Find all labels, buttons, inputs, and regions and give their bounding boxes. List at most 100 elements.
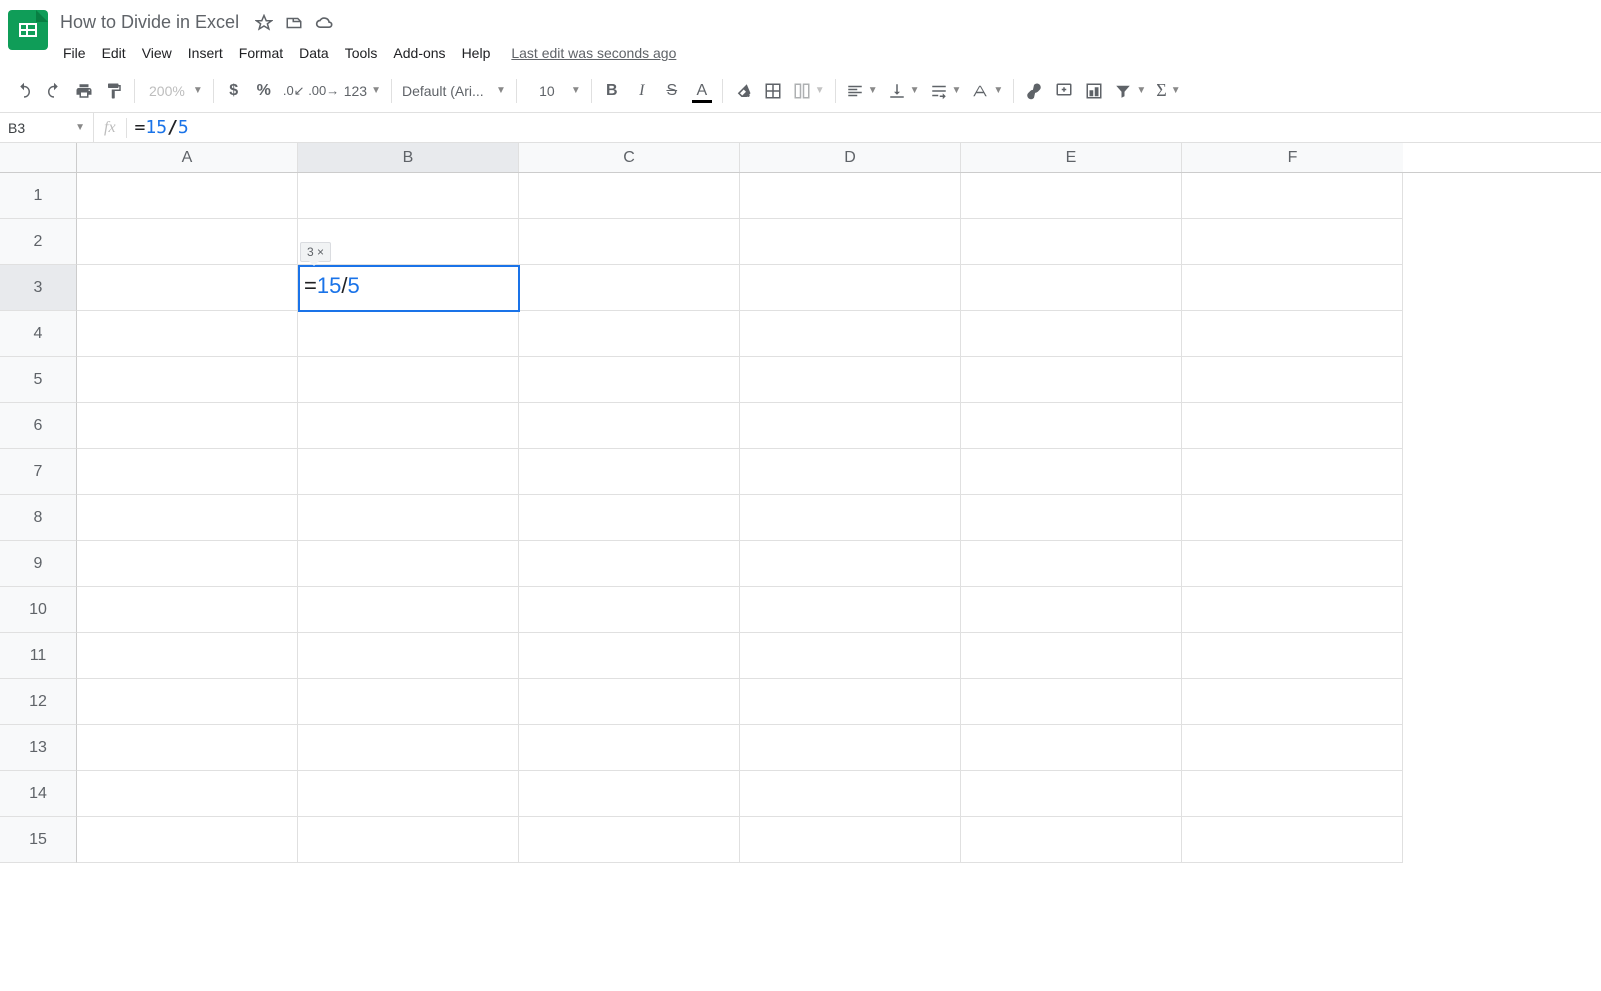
font-dropdown[interactable]: Default (Ari...▼ [398,83,510,99]
formula-input[interactable]: =15/5 [127,117,1601,138]
name-box[interactable]: B3 ▼ [0,113,94,142]
cell-C2[interactable] [519,219,740,265]
cell-D12[interactable] [740,679,961,725]
cell-E1[interactable] [961,173,1182,219]
row-header-4[interactable]: 4 [0,311,77,357]
row-header-6[interactable]: 6 [0,403,77,449]
currency-icon[interactable]: $ [220,77,248,105]
strikethrough-icon[interactable]: S [658,77,686,105]
row-header-10[interactable]: 10 [0,587,77,633]
col-header-a[interactable]: A [77,143,298,172]
row-header-5[interactable]: 5 [0,357,77,403]
row-header-9[interactable]: 9 [0,541,77,587]
cell-B14[interactable] [298,771,519,817]
cell-C11[interactable] [519,633,740,679]
print-icon[interactable] [70,77,98,105]
cell-F4[interactable] [1182,311,1403,357]
menu-addons[interactable]: Add-ons [386,41,452,65]
row-header-8[interactable]: 8 [0,495,77,541]
cell-F1[interactable] [1182,173,1403,219]
cell-A15[interactable] [77,817,298,863]
cell-B12[interactable] [298,679,519,725]
cell-F6[interactable] [1182,403,1403,449]
row-header-3[interactable]: 3 [0,265,77,311]
cell-D10[interactable] [740,587,961,633]
cell-E2[interactable] [961,219,1182,265]
cell-A3[interactable] [77,265,298,311]
cell-C9[interactable] [519,541,740,587]
cell-C14[interactable] [519,771,740,817]
star-icon[interactable] [255,14,273,32]
menu-tools[interactable]: Tools [338,41,385,65]
italic-icon[interactable]: I [628,77,656,105]
increase-decimal-icon[interactable]: .00→ [310,77,338,105]
cell-E8[interactable] [961,495,1182,541]
cell-D15[interactable] [740,817,961,863]
cell-B11[interactable] [298,633,519,679]
cell-D1[interactable] [740,173,961,219]
cell-F15[interactable] [1182,817,1403,863]
cell-A6[interactable] [77,403,298,449]
cell-E6[interactable] [961,403,1182,449]
borders-icon[interactable] [759,77,787,105]
cell-E7[interactable] [961,449,1182,495]
cell-D13[interactable] [740,725,961,771]
cell-C8[interactable] [519,495,740,541]
cell-C13[interactable] [519,725,740,771]
menu-view[interactable]: View [135,41,179,65]
col-header-e[interactable]: E [961,143,1182,172]
cell-E3[interactable] [961,265,1182,311]
cell-C10[interactable] [519,587,740,633]
cell-A13[interactable] [77,725,298,771]
cell-B8[interactable] [298,495,519,541]
cell-D3[interactable] [740,265,961,311]
col-header-c[interactable]: C [519,143,740,172]
cloud-icon[interactable] [315,15,335,31]
cell-A10[interactable] [77,587,298,633]
fill-color-icon[interactable] [729,77,757,105]
horizontal-align-dropdown[interactable]: ▼ [842,82,882,100]
cell-E12[interactable] [961,679,1182,725]
cell-D9[interactable] [740,541,961,587]
cell-E10[interactable] [961,587,1182,633]
doc-title[interactable]: How to Divide in Excel [56,10,243,35]
sheets-logo-icon[interactable] [8,10,48,50]
col-header-b[interactable]: B [298,143,519,172]
cell-F2[interactable] [1182,219,1403,265]
percent-icon[interactable]: % [250,77,278,105]
move-icon[interactable] [285,14,303,32]
cell-A2[interactable] [77,219,298,265]
insert-chart-icon[interactable] [1080,77,1108,105]
redo-icon[interactable] [40,77,68,105]
number-format-dropdown[interactable]: 123▼ [340,83,385,99]
filter-dropdown[interactable]: ▼ [1110,82,1150,100]
decrease-decimal-icon[interactable]: .0↙ [280,77,308,105]
select-all-corner[interactable] [0,143,77,172]
cell-A7[interactable] [77,449,298,495]
merge-cells-dropdown[interactable]: ▼ [789,82,829,100]
row-header-15[interactable]: 15 [0,817,77,863]
cell-B5[interactable] [298,357,519,403]
row-header-11[interactable]: 11 [0,633,77,679]
cell-F5[interactable] [1182,357,1403,403]
cell-F8[interactable] [1182,495,1403,541]
text-wrap-dropdown[interactable]: ▼ [926,82,966,100]
row-header-12[interactable]: 12 [0,679,77,725]
cell-E5[interactable] [961,357,1182,403]
last-edit-link[interactable]: Last edit was seconds ago [511,45,676,61]
cell-E9[interactable] [961,541,1182,587]
bold-icon[interactable]: B [598,77,626,105]
functions-dropdown[interactable]: Σ▼ [1152,80,1184,101]
cell-F3[interactable] [1182,265,1403,311]
active-cell[interactable]: =15/5 [298,265,520,312]
cell-F12[interactable] [1182,679,1403,725]
cell-E4[interactable] [961,311,1182,357]
cell-D4[interactable] [740,311,961,357]
undo-icon[interactable] [10,77,38,105]
cell-B7[interactable] [298,449,519,495]
cell-C15[interactable] [519,817,740,863]
cell-B9[interactable] [298,541,519,587]
cell-B10[interactable] [298,587,519,633]
menu-data[interactable]: Data [292,41,336,65]
row-header-1[interactable]: 1 [0,173,77,219]
